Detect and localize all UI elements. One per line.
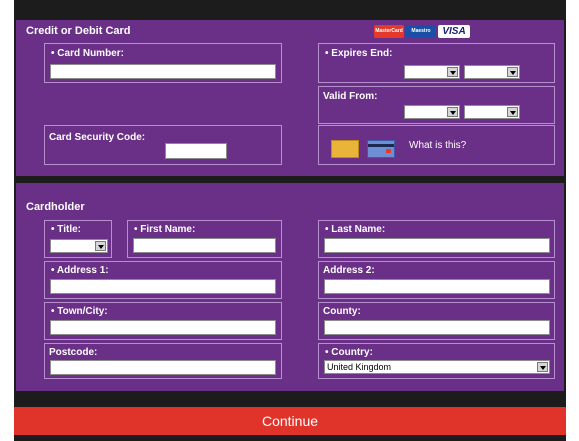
title-select[interactable] — [50, 239, 108, 253]
postcode-label: Postcode: — [49, 347, 98, 358]
last-name-label: • Last Name: — [325, 224, 386, 235]
expires-end-label: • Expires End: — [325, 48, 393, 59]
chevron-down-icon — [447, 67, 458, 77]
card-details-panel: Credit or Debit Card MasterCard Maestro … — [16, 20, 564, 176]
valid-from-group: Valid From: — [318, 86, 555, 124]
postcode-input[interactable] — [50, 360, 276, 375]
address1-input[interactable] — [50, 279, 276, 294]
chevron-down-icon — [507, 107, 518, 117]
country-select[interactable]: United Kingdom — [324, 360, 550, 374]
card-number-group: • Card Number: — [44, 43, 282, 83]
card-number-input[interactable] — [50, 64, 276, 79]
security-code-input[interactable] — [165, 143, 227, 159]
expires-end-group: • Expires End: — [318, 43, 555, 83]
town-city-group: • Town/City: — [44, 302, 282, 340]
card-logos: MasterCard Maestro VISA — [374, 25, 484, 40]
county-label: County: — [323, 306, 361, 317]
country-group: • Country: United Kingdom — [318, 343, 555, 379]
address2-group: Address 2: — [318, 261, 555, 299]
county-group: County: — [318, 302, 555, 340]
county-input[interactable] — [324, 320, 550, 335]
postcode-group: Postcode: — [44, 343, 282, 379]
what-is-this-link[interactable]: What is this? — [409, 140, 466, 151]
address1-group: • Address 1: — [44, 261, 282, 299]
valid-from-month-select[interactable] — [404, 105, 460, 119]
title-label: • Title: — [51, 224, 81, 235]
chevron-down-icon — [537, 362, 548, 372]
card-number-label: • Card Number: — [51, 48, 124, 59]
expires-year-select[interactable] — [464, 65, 520, 79]
valid-from-year-select[interactable] — [464, 105, 520, 119]
continue-button[interactable]: Continue — [14, 407, 566, 435]
expires-month-select[interactable] — [404, 65, 460, 79]
chevron-down-icon — [507, 67, 518, 77]
security-code-label: Card Security Code: — [49, 132, 146, 143]
last-name-input[interactable] — [324, 238, 550, 253]
card-security-front-icon — [331, 140, 359, 158]
visa-logo: VISA — [438, 25, 470, 38]
chevron-down-icon — [447, 107, 458, 117]
valid-from-label: Valid From: — [323, 91, 378, 102]
chevron-down-icon — [95, 241, 106, 251]
first-name-input[interactable] — [133, 238, 276, 253]
title-group: • Title: — [44, 220, 112, 258]
country-label: • Country: — [325, 347, 373, 358]
first-name-group: • First Name: — [127, 220, 282, 258]
first-name-label: • First Name: — [134, 224, 196, 235]
cardholder-panel: Cardholder • Title: • First Name: • Last… — [16, 183, 564, 391]
cardholder-section-title: Cardholder — [26, 201, 85, 213]
town-city-label: • Town/City: — [51, 306, 108, 317]
country-selected-value: United Kingdom — [327, 362, 392, 372]
card-section-title: Credit or Debit Card — [26, 25, 131, 37]
what-is-this-group: What is this? — [318, 125, 555, 165]
mastercard-logo: MasterCard — [374, 25, 404, 38]
address1-label: • Address 1: — [51, 265, 109, 276]
last-name-group: • Last Name: — [318, 220, 555, 258]
maestro-logo: Maestro — [406, 25, 436, 38]
card-security-back-icon — [367, 140, 395, 158]
address2-input[interactable] — [324, 279, 550, 294]
town-city-input[interactable] — [50, 320, 276, 335]
security-code-group: Card Security Code: — [44, 125, 282, 165]
address2-label: Address 2: — [323, 265, 375, 276]
